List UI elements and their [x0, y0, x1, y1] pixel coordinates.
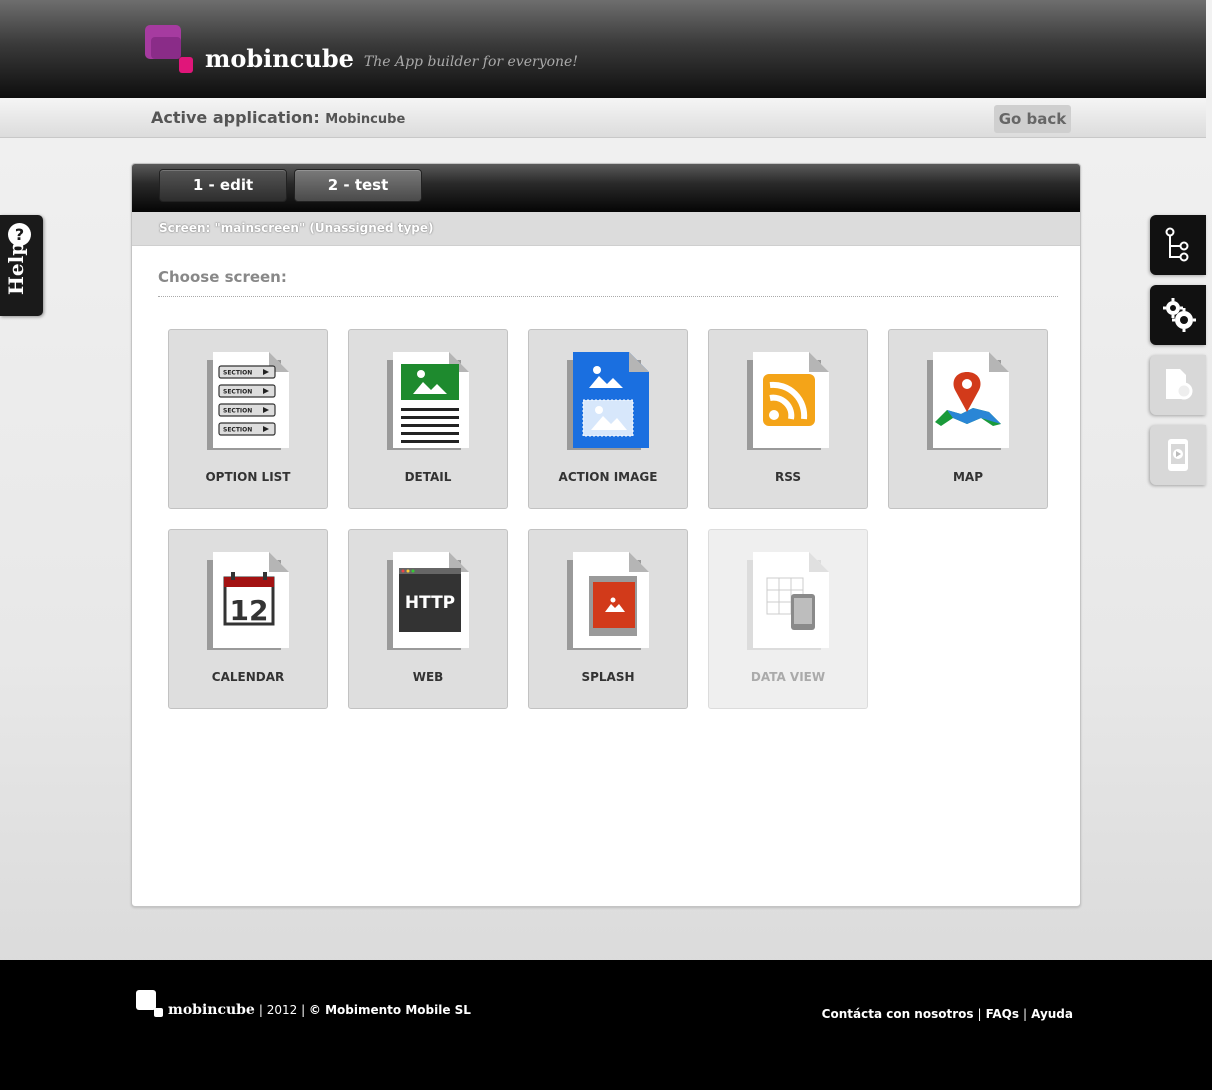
- screen-type-calendar[interactable]: 12 CALENDAR: [168, 529, 328, 709]
- tagline: The App builder for everyone!: [363, 54, 578, 70]
- app-tree-button[interactable]: [1150, 215, 1206, 275]
- mobile-preview-button[interactable]: [1150, 425, 1206, 485]
- footer: mobincube | 2012 | © Mobimento Mobile SL…: [0, 960, 1212, 1090]
- footer-year: 2012: [266, 1003, 298, 1017]
- screen-type-rss[interactable]: RSS: [708, 329, 868, 509]
- detail-icon: [387, 352, 469, 450]
- mobincube-logo[interactable]: mobincube The App builder for everyone!: [145, 25, 578, 75]
- footer-links: Contácta con nosotros | FAQs | Ayuda: [821, 1007, 1073, 1021]
- screen-type-label: ACTION IMAGE: [558, 470, 658, 484]
- section-label: SECTION: [223, 427, 252, 434]
- screen-editor-panel: 1 - edit 2 - test Screen: "mainscreen" (…: [131, 163, 1081, 907]
- settings-button[interactable]: [1150, 285, 1206, 345]
- footer-company: © Mobimento Mobile SL: [308, 1003, 471, 1017]
- help-link[interactable]: Ayuda: [1031, 1007, 1073, 1021]
- web-icon: HTTP: [387, 552, 469, 650]
- option-list-icon: SECTION SECTION SECTION SECTION: [207, 352, 289, 450]
- tab-test[interactable]: 2 - test: [294, 169, 422, 202]
- brand-name: mobincube: [205, 44, 354, 73]
- map-icon: [927, 352, 1009, 450]
- screen-type-option-list[interactable]: SECTION SECTION SECTION SECTION OPTION L…: [168, 329, 328, 509]
- active-application-name: Mobincube: [325, 112, 406, 127]
- mobile-preview-icon: [1168, 439, 1188, 471]
- help-tab[interactable]: ? Help: [0, 215, 43, 316]
- screen-type-map[interactable]: MAP: [888, 329, 1048, 509]
- screen-type-label: MAP: [952, 470, 984, 484]
- active-application-bar: Active application: Mobincube Go back: [0, 98, 1206, 138]
- contact-link[interactable]: Contácta con nosotros: [822, 1007, 974, 1021]
- calendar-day: 12: [230, 594, 269, 627]
- active-application-caption: Active application:: [151, 108, 320, 127]
- data-view-icon: [747, 552, 829, 650]
- document-settings-icon: [1166, 369, 1193, 400]
- screen-type-label: DETAIL: [404, 470, 452, 484]
- footer-logo: mobincube | 2012 | © Mobimento Mobile SL: [136, 990, 471, 1018]
- http-label: HTTP: [405, 593, 455, 613]
- rss-icon: [747, 352, 829, 450]
- splash-icon: [567, 552, 649, 650]
- screen-info: Screen: "mainscreen" (Unassigned type): [132, 212, 1080, 246]
- screen-type-data-view: DATA VIEW: [708, 529, 868, 709]
- screen-type-web[interactable]: HTTP WEB: [348, 529, 508, 709]
- calendar-icon: 12: [207, 552, 289, 650]
- section-label: SECTION: [223, 389, 252, 396]
- help-label: Help: [4, 241, 28, 295]
- screen-type-splash[interactable]: SPLASH: [528, 529, 688, 709]
- action-image-icon: [567, 352, 649, 450]
- screen-type-label: CALENDAR: [211, 670, 285, 684]
- settings-gears-icon: [1163, 298, 1196, 332]
- faqs-link[interactable]: FAQs: [986, 1007, 1019, 1021]
- screen-type-detail[interactable]: DETAIL: [348, 329, 508, 509]
- screen-type-action-image[interactable]: ACTION IMAGE: [528, 329, 688, 509]
- screen-type-label: RSS: [775, 470, 801, 484]
- document-settings-button[interactable]: [1150, 355, 1206, 415]
- tree-structure-icon: [1165, 227, 1189, 262]
- divider: [158, 296, 1058, 297]
- active-application-label: Active application: Mobincube: [151, 108, 405, 127]
- footer-copyright: | 2012 | © Mobimento Mobile SL: [258, 1003, 471, 1017]
- screen-type-label: WEB: [412, 670, 444, 684]
- screen-type-label: SPLASH: [581, 670, 635, 684]
- step-tabs: 1 - edit 2 - test: [132, 164, 1080, 212]
- screen-type-label: DATA VIEW: [750, 670, 826, 684]
- section-label: SECTION: [223, 370, 252, 377]
- screen-type-label: OPTION LIST: [205, 470, 291, 484]
- choose-screen-label: Choose screen:: [158, 268, 287, 286]
- tab-edit[interactable]: 1 - edit: [159, 169, 287, 202]
- go-back-button[interactable]: Go back: [994, 105, 1071, 133]
- logo-mark-icon: [145, 25, 197, 75]
- footer-brand: mobincube: [168, 1002, 255, 1018]
- section-label: SECTION: [223, 408, 252, 415]
- footer-logo-mark-icon: [136, 990, 164, 1018]
- top-header: mobincube The App builder for everyone!: [0, 0, 1206, 98]
